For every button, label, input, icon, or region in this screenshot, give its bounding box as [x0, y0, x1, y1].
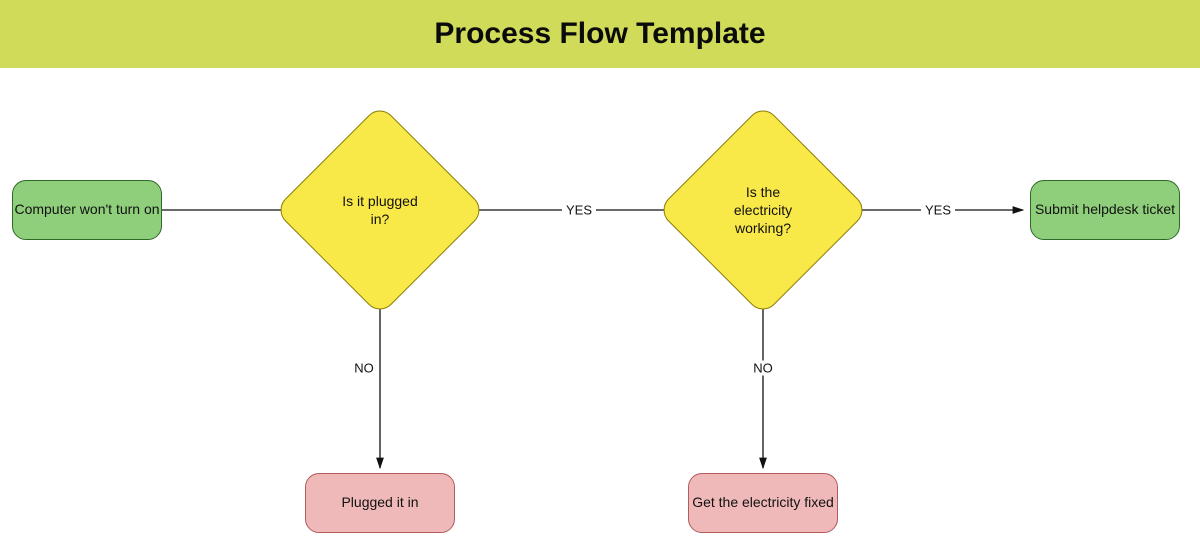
edge-label-d2-a2: NO	[749, 361, 777, 376]
header-banner: Process Flow Template	[0, 0, 1200, 68]
node-action-plug-in: Plugged it in	[305, 473, 455, 533]
node-action-plug-in-label: Plugged it in	[341, 494, 418, 512]
node-end-label: Submit helpdesk ticket	[1035, 201, 1175, 219]
page-title: Process Flow Template	[434, 17, 765, 51]
node-decision-plugged-in: Is it plugged in?	[274, 104, 486, 316]
arrows-svg	[0, 68, 1200, 554]
node-end: Submit helpdesk ticket	[1030, 180, 1180, 240]
diagram-canvas: YES YES NO NO Computer won't turn on Is …	[0, 68, 1200, 554]
edge-label-d1-d2: YES	[562, 203, 596, 218]
edge-label-d1-a1: NO	[350, 361, 378, 376]
node-decision-electricity: Is the electricity working?	[657, 104, 869, 316]
node-action-fix-electricity: Get the electricity fixed	[688, 473, 838, 533]
node-decision-plugged-in-label: Is it plugged in?	[334, 192, 426, 228]
node-action-fix-electricity-label: Get the electricity fixed	[692, 494, 834, 512]
node-decision-electricity-label: Is the electricity working?	[717, 183, 809, 238]
edge-label-d2-end: YES	[921, 203, 955, 218]
node-start-label: Computer won't turn on	[14, 201, 159, 219]
node-start: Computer won't turn on	[12, 180, 162, 240]
